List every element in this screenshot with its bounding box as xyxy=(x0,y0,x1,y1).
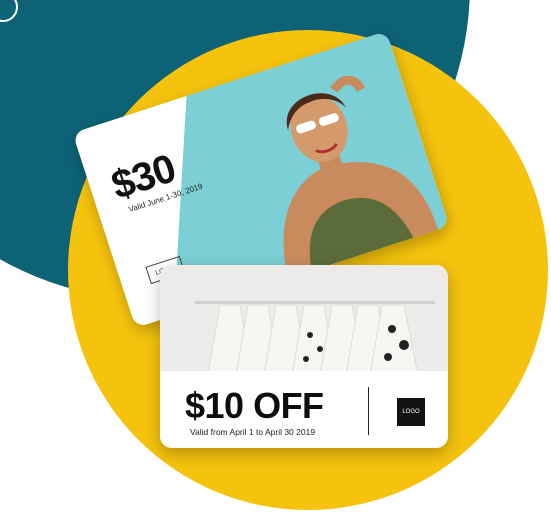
clothing-rack-photo xyxy=(160,265,448,375)
card-10-logo: LOGO xyxy=(397,398,425,426)
gift-card-10-off: $10 OFF Valid from April 1 to April 30 2… xyxy=(160,265,448,448)
card-10-info-band: $10 OFF Valid from April 1 to April 30 2… xyxy=(160,371,448,448)
card-10-amount: $10 OFF xyxy=(185,385,324,426)
card-10-valid-text: Valid from April 1 to April 30 2019 xyxy=(190,427,316,437)
card-10-divider xyxy=(368,387,369,435)
